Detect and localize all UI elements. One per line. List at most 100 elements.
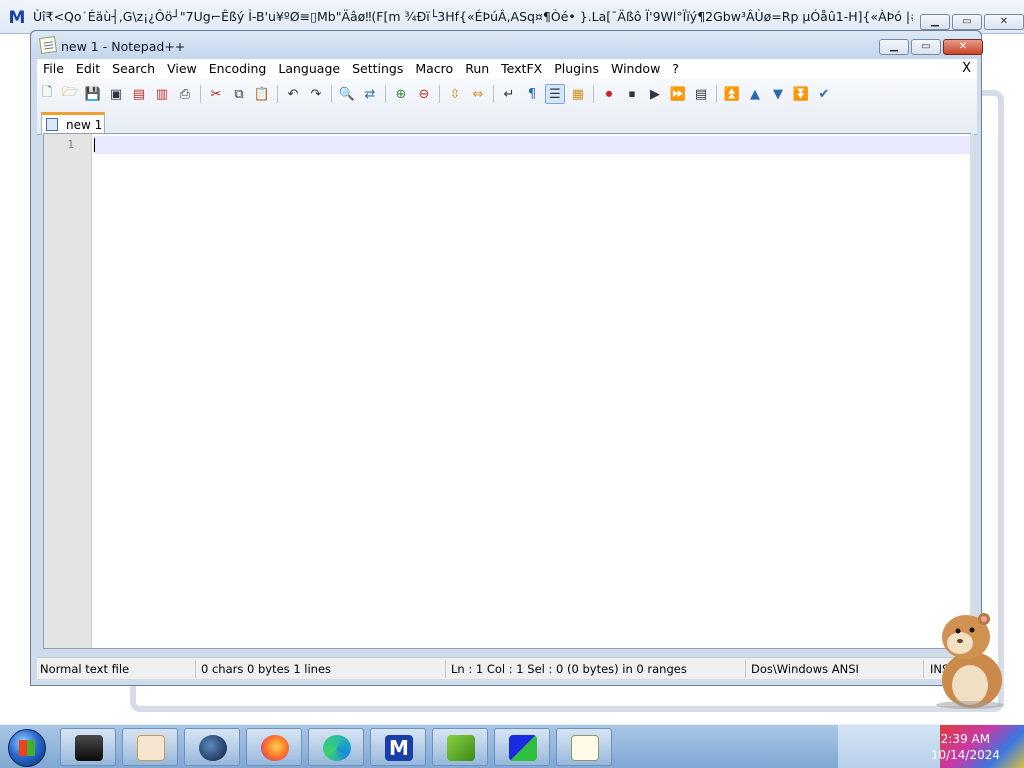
copy-icon[interactable]: ⧉ (229, 84, 249, 104)
tab-label: new 1 (66, 118, 103, 132)
taskbar-malwarebytes-app[interactable]: M (370, 728, 426, 766)
save-icon[interactable]: 💾 (83, 84, 103, 104)
collapse-all-icon[interactable]: ⏫ (722, 84, 742, 104)
spell-check-icon[interactable]: ✔ (814, 84, 834, 104)
stop-macro-icon[interactable]: ⏹ (622, 84, 642, 104)
taskbar-edge-app[interactable] (308, 728, 364, 766)
current-line-highlight (93, 136, 970, 154)
tray-area (838, 725, 940, 768)
outer-window-title: Ùî₹<Qo˙Éäù┤,G\z¡¿Ôö┘"7Ug⌐Êßý Ì-B'u¥ºØ≡▯M… (33, 9, 913, 24)
toolbar-separator (493, 85, 494, 103)
expand-all-icon[interactable]: ⏬ (791, 84, 811, 104)
hamster-image (936, 613, 1004, 709)
toolbar-separator (277, 85, 278, 103)
run-macro-multiple-icon[interactable]: ⏩ (668, 84, 688, 104)
toolbar-separator (200, 85, 201, 103)
maximize-button[interactable]: ▭ (911, 39, 941, 55)
status-position: Ln : 1 Col : 1 Sel : 0 (0 bytes) in 0 ra… (451, 662, 687, 676)
menu-plugins[interactable]: Plugins (548, 59, 605, 79)
menu-search[interactable]: Search (106, 59, 161, 79)
edge-icon (323, 735, 351, 761)
notepad-title-bar[interactable]: new 1 - Notepad++ ▁ ▭ ✕ (31, 31, 983, 59)
next-icon[interactable]: ▼ (768, 84, 788, 104)
status-length: 0 chars 0 bytes 1 lines (201, 662, 332, 676)
taskbar-media-player-app[interactable] (122, 728, 178, 766)
text-editor[interactable]: 1 (43, 133, 974, 649)
toolbar-separator (593, 85, 594, 103)
paste-icon[interactable]: 📋 (252, 84, 272, 104)
taskbar: M 2:39 AM 10/14/2024 (0, 724, 1024, 768)
new-file-icon[interactable]: 🗋 (37, 84, 57, 104)
vertical-scrollbar[interactable] (970, 134, 974, 648)
find-icon[interactable]: 🔍 (337, 84, 357, 104)
malwarebytes-icon: M (385, 735, 413, 761)
notepad-icon (571, 735, 599, 761)
status-divider (195, 660, 196, 678)
outer-minimize-button[interactable]: ▁ (920, 14, 950, 30)
menu-language[interactable]: Language (272, 59, 346, 79)
show-all-chars-icon[interactable]: ¶ (522, 84, 542, 104)
saved-document-icon (46, 118, 58, 131)
colors-icon (509, 735, 537, 761)
notepad-window-controls: ▁ ▭ ✕ (877, 39, 983, 55)
outer-title-bar[interactable]: M Ùî₹<Qo˙Éäù┤,G\z¡¿Ôö┘"7Ug⌐Êßý Ì-B'u¥ºØ≡… (0, 0, 1024, 34)
menu-bar: File Edit Search View Encoding Language … (37, 59, 977, 79)
taskbar-notepad-app[interactable] (556, 728, 612, 766)
start-button[interactable] (8, 729, 46, 767)
replace-icon[interactable]: ⇄ (360, 84, 380, 104)
play-macro-icon[interactable]: ▶ (645, 84, 665, 104)
clock-time: 2:39 AM (940, 732, 991, 746)
print-icon[interactable]: ⎙ (175, 84, 195, 104)
close-button[interactable]: ✕ (943, 39, 983, 55)
outer-window: M Ùî₹<Qo˙Éäù┤,G\z¡¿Ôö┘"7Ug⌐Êßý Ì-B'u¥ºØ≡… (0, 0, 1024, 724)
toolbar-row: 🗋 🗁 💾 ▣ ▤ ▥ ⎙ ✂ ⧉ 📋 ↶ ↷ 🔍 ⇄ ⊕ ⊖ ⇳ ⇔ ↵ ¶ … (37, 82, 837, 106)
toolbar-separator (385, 85, 386, 103)
toolbar-separator (331, 85, 332, 103)
outer-close-button[interactable]: ✕ (984, 14, 1024, 30)
save-all-icon[interactable]: ▣ (106, 84, 126, 104)
close-all-icon[interactable]: ▥ (152, 84, 172, 104)
taskbar-peas-app[interactable] (432, 728, 488, 766)
menu-edit[interactable]: Edit (70, 59, 106, 79)
redo-icon[interactable]: ↷ (306, 84, 326, 104)
menu-view[interactable]: View (161, 59, 203, 79)
sync-horizontal-icon[interactable]: ⇔ (468, 84, 488, 104)
status-bar: Normal text file 0 chars 0 bytes 1 lines… (37, 657, 977, 679)
clock[interactable]: 2:39 AM 10/14/2024 (931, 731, 1000, 763)
undo-icon[interactable]: ↶ (283, 84, 303, 104)
sync-vertical-icon[interactable]: ⇳ (445, 84, 465, 104)
taskbar-colors-app[interactable] (494, 728, 550, 766)
menu-settings[interactable]: Settings (346, 59, 409, 79)
status-eol-encoding: Dos\Windows ANSI (751, 662, 859, 676)
zoom-in-icon[interactable]: ⊕ (391, 84, 411, 104)
menu-macro[interactable]: Macro (409, 59, 459, 79)
indent-guide-icon[interactable]: ☰ (545, 84, 565, 104)
previous-icon[interactable]: ▲ (745, 84, 765, 104)
close-file-icon[interactable]: ▤ (129, 84, 149, 104)
toolbar-separator (716, 85, 717, 103)
firefox-icon (261, 735, 289, 761)
minimize-button[interactable]: ▁ (879, 39, 909, 55)
menu-file[interactable]: File (37, 59, 70, 79)
save-macro-icon[interactable]: ▤ (691, 84, 711, 104)
zoom-out-icon[interactable]: ⊖ (414, 84, 434, 104)
word-wrap-icon[interactable]: ↵ (499, 84, 519, 104)
user-language-icon[interactable]: ▦ (568, 84, 588, 104)
taskbar-network-app[interactable] (184, 728, 240, 766)
toolbar-separator (439, 85, 440, 103)
taskbar-terminal-app[interactable] (60, 728, 116, 766)
menu-textfx[interactable]: TextFX (495, 59, 548, 79)
close-document-button[interactable]: X (962, 59, 971, 79)
record-macro-icon[interactable]: ⏺ (599, 84, 619, 104)
outer-maximize-button[interactable]: ▭ (952, 14, 982, 30)
menu-run[interactable]: Run (459, 59, 495, 79)
line-number-gutter: 1 (44, 134, 92, 648)
cut-icon[interactable]: ✂ (206, 84, 226, 104)
tab-new-1[interactable]: new 1 (41, 112, 105, 135)
menu-window[interactable]: Window (605, 59, 666, 79)
status-divider (745, 660, 746, 678)
taskbar-firefox-app[interactable] (246, 728, 302, 766)
menu-help[interactable]: ? (666, 59, 685, 79)
open-file-icon[interactable]: 🗁 (60, 84, 80, 104)
menu-encoding[interactable]: Encoding (203, 59, 273, 79)
